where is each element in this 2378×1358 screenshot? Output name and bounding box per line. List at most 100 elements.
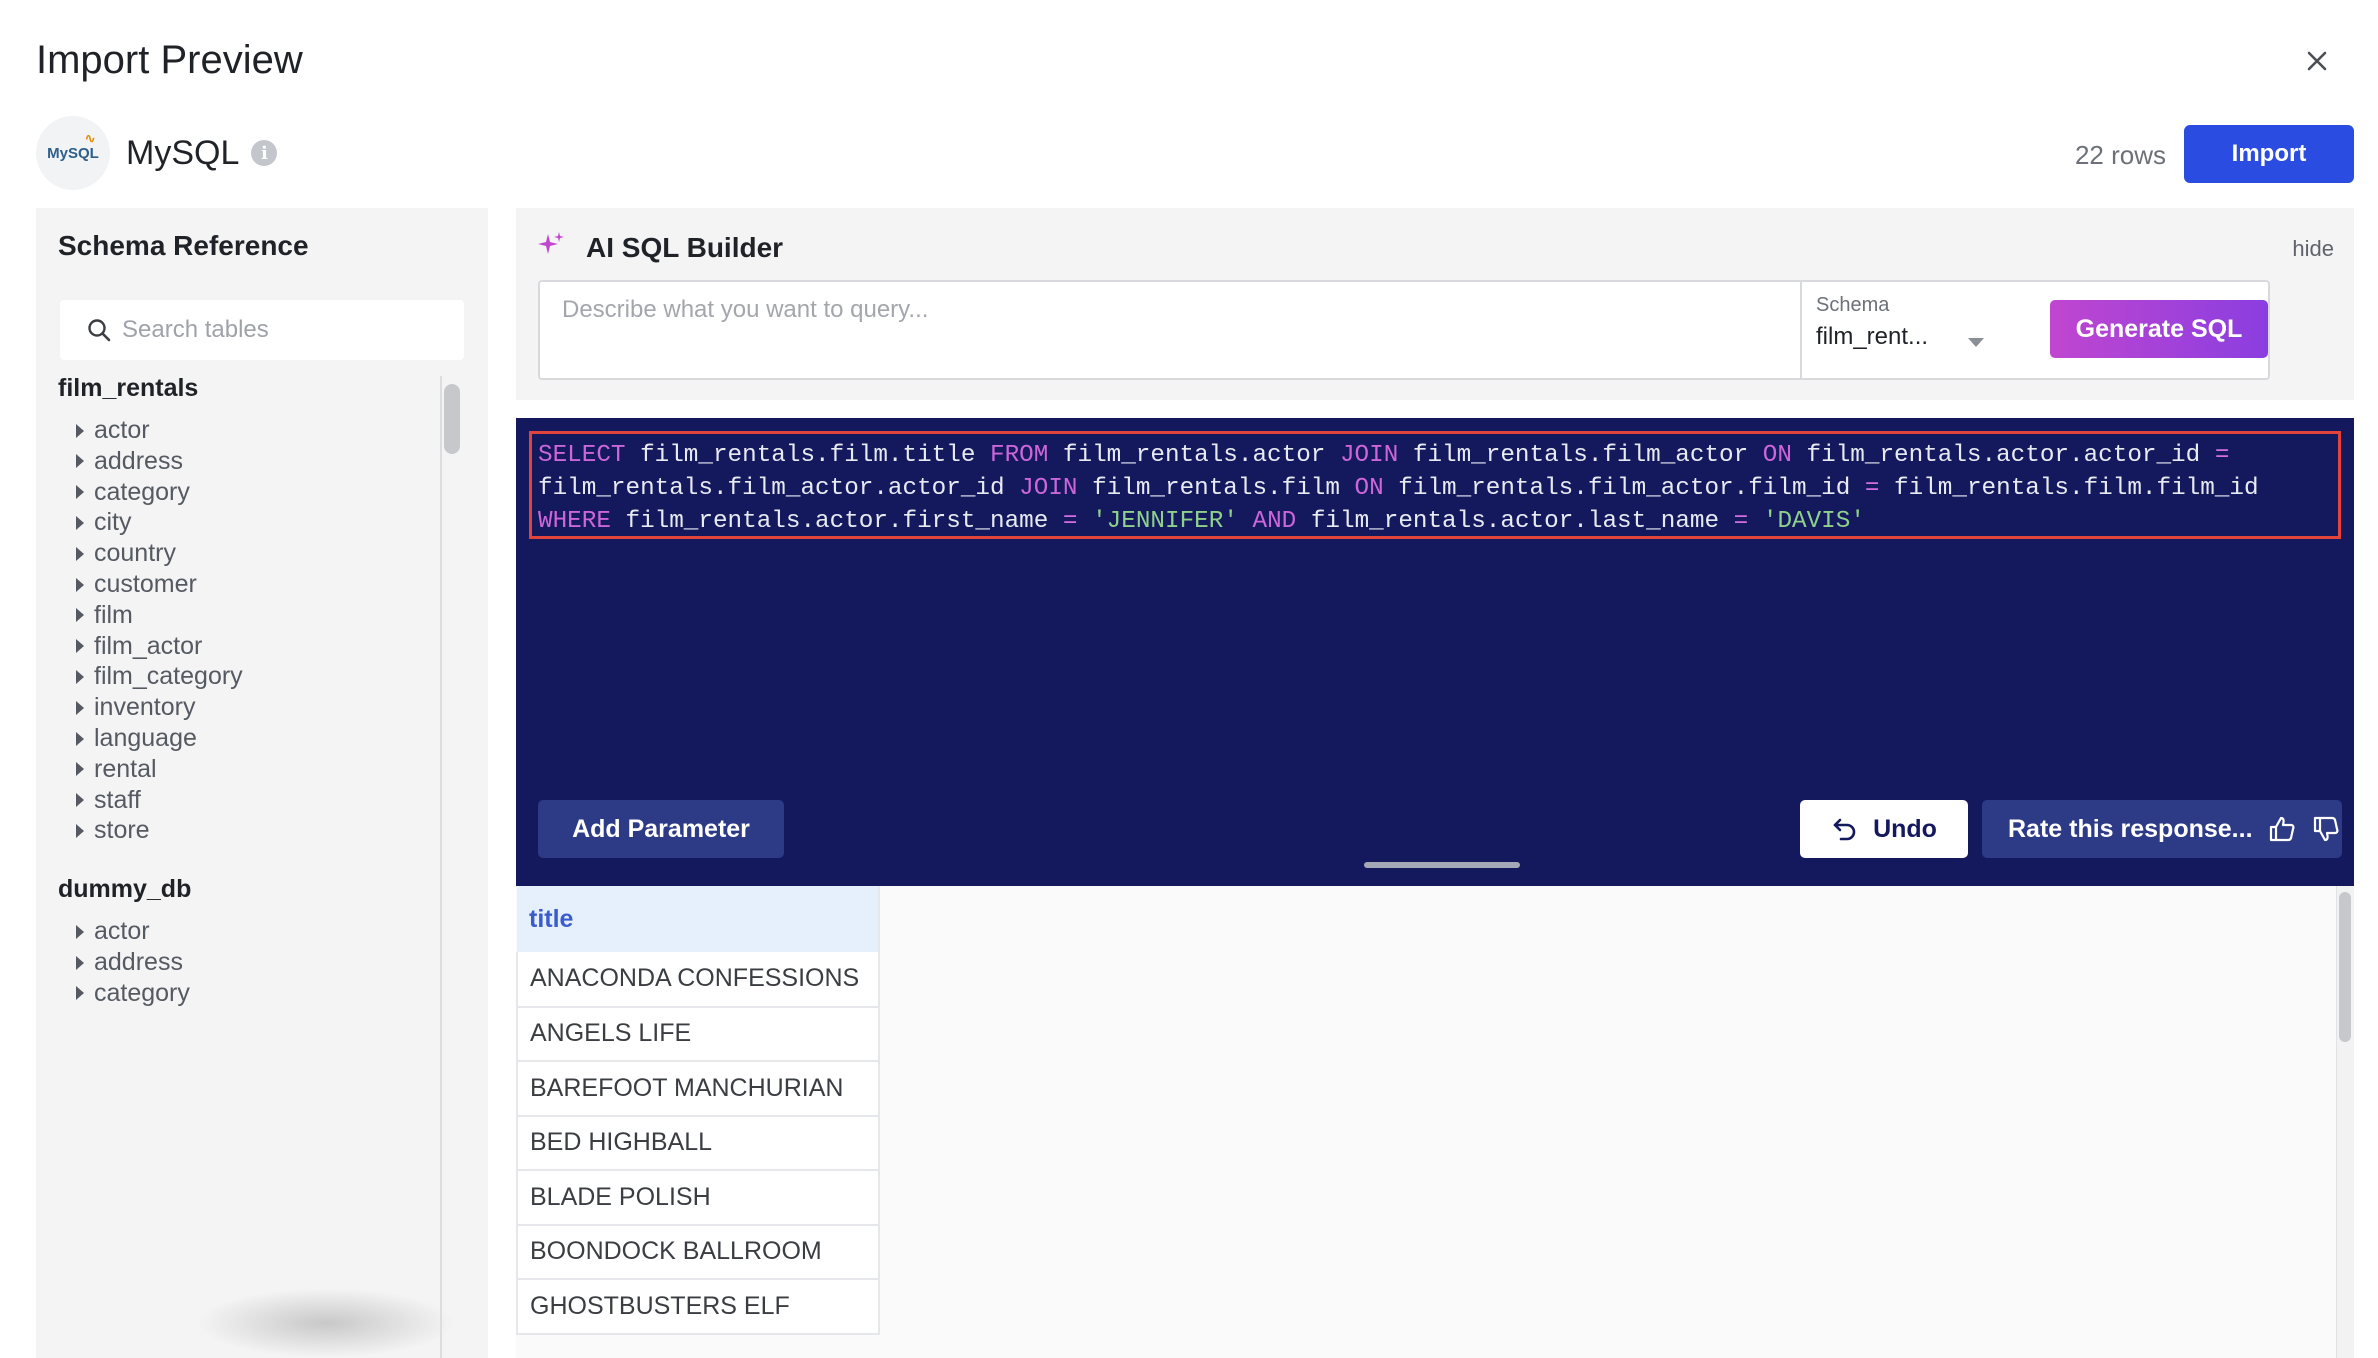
table-item[interactable]: staff xyxy=(76,786,141,815)
undo-icon xyxy=(1833,818,1856,841)
table-row: BOONDOCK BALLROOM xyxy=(516,1224,880,1280)
table-cell-title[interactable]: BLADE POLISH xyxy=(516,1170,880,1226)
sql-string: 'DAVIS' xyxy=(1762,508,1865,535)
sparkle-icon xyxy=(538,232,564,254)
caret-right-icon xyxy=(76,731,84,746)
table-cell-title[interactable]: ANACONDA CONFESSIONS xyxy=(516,952,880,1008)
table-item[interactable]: rental xyxy=(76,755,157,784)
ai-sql-builder-panel: AI SQL Builder hide Schema film_rent... … xyxy=(516,208,2354,400)
table-row: ANGELS LIFE xyxy=(516,1006,880,1062)
undo-label: Undo xyxy=(1873,814,1937,843)
table-item-label: film_actor xyxy=(94,631,203,660)
caret-right-icon xyxy=(76,485,84,500)
table-item-label: address xyxy=(94,446,183,475)
caret-right-icon xyxy=(76,955,84,970)
table-cell-title[interactable]: ANGELS LIFE xyxy=(516,1006,880,1062)
sql-keyword: ON xyxy=(1354,475,1384,502)
thumbs-up-icon[interactable] xyxy=(2267,814,2297,844)
results-scrollbar-thumb[interactable] xyxy=(2339,892,2351,1042)
table-item[interactable]: film xyxy=(76,601,133,630)
table-cell-title[interactable]: BOONDOCK BALLROOM xyxy=(516,1224,880,1280)
table-item[interactable]: customer xyxy=(76,570,197,599)
query-description-input[interactable] xyxy=(540,282,1800,378)
source-name: MySQL xyxy=(126,133,240,172)
sql-keyword: ON xyxy=(1762,442,1792,469)
info-icon[interactable]: i xyxy=(251,140,278,166)
sql-keyword: AND xyxy=(1252,508,1297,535)
undo-button[interactable]: Undo xyxy=(1800,800,1968,858)
sql-operator: = xyxy=(1062,508,1078,535)
table-item[interactable]: actor xyxy=(76,917,150,946)
page-title: Import Preview xyxy=(36,38,303,82)
caret-right-icon xyxy=(76,793,84,808)
hide-link[interactable]: hide xyxy=(2292,236,2334,262)
table-item[interactable]: address xyxy=(76,948,183,977)
close-icon xyxy=(2307,51,2327,71)
sql-keyword: SELECT xyxy=(538,442,626,469)
table-item[interactable]: address xyxy=(76,447,183,476)
editor-resize-handle[interactable] xyxy=(1364,862,1520,868)
table-item[interactable]: category xyxy=(76,979,190,1008)
rate-label: Rate this response... xyxy=(2008,814,2253,843)
table-cell-title[interactable]: GHOSTBUSTERS ELF xyxy=(516,1279,880,1335)
table-item[interactable]: city xyxy=(76,508,132,537)
table-item-label: actor xyxy=(94,917,150,946)
import-button[interactable]: Import xyxy=(2184,125,2354,183)
table-item[interactable]: country xyxy=(76,539,176,568)
caret-right-icon xyxy=(76,546,84,561)
sql-keyword: FROM xyxy=(990,442,1049,469)
table-item-label: category xyxy=(94,978,190,1007)
table-item[interactable]: inventory xyxy=(76,693,195,722)
table-item-label: inventory xyxy=(94,693,196,722)
table-item[interactable]: store xyxy=(76,816,150,845)
search-box[interactable] xyxy=(60,300,464,360)
tree-scrollbar-track[interactable] xyxy=(440,376,442,1358)
search-input[interactable] xyxy=(122,316,462,344)
sql-editor[interactable]: SELECT film_rentals.film.title FROM film… xyxy=(516,418,2354,886)
caret-right-icon xyxy=(76,639,84,654)
sql-keyword: JOIN xyxy=(1339,442,1399,469)
table-cell-title[interactable]: BED HIGHBALL xyxy=(516,1115,880,1171)
caret-right-icon xyxy=(76,669,84,684)
schema-name[interactable]: film_rentals xyxy=(58,374,198,403)
mysql-logo: MySQL ∿ xyxy=(36,116,110,190)
column-header-title[interactable]: title xyxy=(517,886,880,952)
table-item[interactable]: category xyxy=(76,478,190,507)
sql-query-text[interactable]: SELECT film_rentals.film.title FROM film… xyxy=(529,431,2341,539)
logo-text: MySQL xyxy=(47,144,99,162)
table-cell-title[interactable]: BAREFOOT MANCHURIAN xyxy=(516,1061,880,1117)
schema-name[interactable]: dummy_db xyxy=(58,875,191,904)
thumbs-down-icon[interactable] xyxy=(2311,814,2341,844)
generate-sql-button[interactable]: Generate SQL xyxy=(2050,300,2268,358)
caret-right-icon xyxy=(76,608,84,623)
schema-select[interactable]: Schema film_rent... xyxy=(1800,282,2026,378)
table-item[interactable]: film_category xyxy=(76,662,243,691)
caret-right-icon xyxy=(76,577,84,592)
table-item[interactable]: language xyxy=(76,724,197,753)
tree-fade-overlay xyxy=(196,1288,456,1358)
results-header-row: title xyxy=(517,886,880,952)
table-item-label: city xyxy=(94,508,132,537)
results-table: title ANACONDA CONFESSIONS ANGELS LIFE BAR… xyxy=(516,886,880,1335)
table-item-label: staff xyxy=(94,785,141,814)
sql-operator: = xyxy=(1733,508,1749,535)
caret-right-icon xyxy=(76,423,84,438)
search-icon xyxy=(88,319,111,342)
add-parameter-button[interactable]: Add Parameter xyxy=(538,800,784,858)
table-item-label: category xyxy=(94,477,190,506)
close-button[interactable] xyxy=(2300,44,2334,78)
results-panel: title ANACONDA CONFESSIONS ANGELS LIFE BAR… xyxy=(516,886,2354,1358)
table-row: ANACONDA CONFESSIONS xyxy=(516,952,880,1008)
ai-input-wrapper: Schema film_rent... Generate SQL xyxy=(538,280,2270,380)
sql-operator: = xyxy=(2214,442,2230,469)
schema-tree: film_rentals actor address category city coun… xyxy=(36,374,436,1356)
table-item-label: language xyxy=(94,724,197,752)
caret-right-icon xyxy=(76,986,84,1001)
table-item[interactable]: film_actor xyxy=(76,632,202,661)
caret-right-icon xyxy=(76,454,84,469)
caret-right-icon xyxy=(76,823,84,838)
table-row: BAREFOOT MANCHURIAN xyxy=(516,1061,880,1117)
tree-scrollbar-thumb[interactable] xyxy=(444,384,460,454)
table-item[interactable]: actor xyxy=(76,416,150,445)
schema-select-label: Schema xyxy=(1816,294,1890,316)
